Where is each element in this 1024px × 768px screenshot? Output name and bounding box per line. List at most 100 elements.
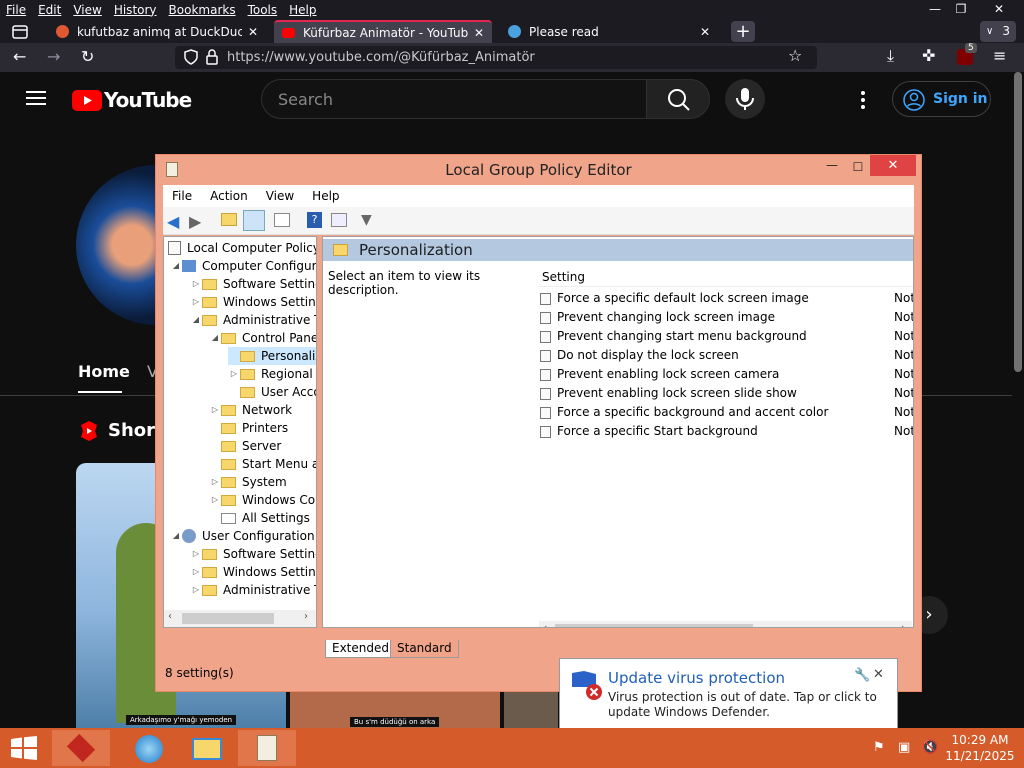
properties-icon[interactable]: [331, 213, 347, 227]
tab-close-button[interactable]: ✕: [248, 25, 258, 39]
scrollbar-thumb[interactable]: [182, 613, 274, 624]
setting-row[interactable]: Prevent enabling lock screen camera Not: [540, 365, 913, 384]
up-folder-icon[interactable]: [221, 213, 237, 226]
tree-item-user-administrative-templates[interactable]: ▷ Administrative Te: [190, 581, 316, 599]
scrollbar-thumb[interactable]: [1014, 72, 1022, 372]
reload-button[interactable]: ↻: [81, 49, 94, 65]
policy-tree[interactable]: Local Computer Policy ◢ Computer Configur…: [163, 236, 317, 628]
menu-bookmarks[interactable]: Bookmarks: [163, 3, 242, 17]
tree-item-user-software-settings[interactable]: ▷ Software Settings: [190, 545, 316, 563]
setting-row[interactable]: Force a specific background and accent c…: [540, 403, 913, 422]
tab-close-button[interactable]: ✕: [474, 26, 484, 40]
wrench-icon[interactable]: 🔧: [854, 668, 870, 683]
app-menu-button[interactable]: ≡: [993, 48, 1006, 64]
tab-home[interactable]: Home: [78, 362, 130, 381]
tree-item-all-settings[interactable]: All Settings: [209, 509, 310, 527]
tab-list-button[interactable]: [8, 22, 32, 42]
voice-search-button[interactable]: [725, 79, 765, 119]
tab-please-read[interactable]: Please read ✕: [500, 20, 718, 43]
bookmark-star-button[interactable]: ☆: [788, 48, 802, 64]
back-arrow-icon[interactable]: ◀: [167, 212, 179, 231]
tree-horizontal-scrollbar[interactable]: ‹ ›: [164, 610, 316, 627]
gpe-menu-view[interactable]: View: [257, 189, 303, 203]
extensions-button[interactable]: ✜: [922, 48, 935, 64]
youtube-logo[interactable]: YouTube: [72, 88, 192, 112]
menu-file[interactable]: File: [0, 3, 32, 17]
tree-item-network[interactable]: ▷ Network: [209, 401, 292, 419]
gpe-menu-help[interactable]: Help: [303, 189, 348, 203]
guide-menu-button[interactable]: [26, 90, 46, 106]
tree-item-windows-components[interactable]: ▷ Windows Cor: [209, 491, 316, 509]
action-center-flag-icon[interactable]: ⚑: [873, 740, 885, 755]
setting-row[interactable]: Do not display the lock screen Not: [540, 346, 913, 365]
forward-button[interactable]: →: [47, 49, 60, 65]
network-icon[interactable]: ▣: [898, 740, 910, 755]
tree-item-regional[interactable]: ▷ Regional a: [228, 365, 316, 383]
tree-item-windows-settings[interactable]: ▷ Windows Setting: [190, 293, 316, 311]
menu-tools[interactable]: Tools: [242, 3, 284, 17]
tab-extended[interactable]: Extended: [325, 640, 396, 658]
tree-item-administrative-templates[interactable]: ◢ Administrative Te: [190, 311, 316, 329]
taskbar-internet-explorer[interactable]: [120, 730, 178, 766]
scrollbar-thumb[interactable]: [555, 624, 753, 627]
gpe-minimize-button[interactable]: —: [822, 157, 842, 177]
menu-edit[interactable]: Edit: [32, 3, 67, 17]
back-button[interactable]: ←: [13, 49, 26, 65]
tab-overflow-button[interactable]: ∨ 3: [980, 21, 1016, 42]
scroll-left-icon[interactable]: ‹: [543, 621, 547, 627]
tree-item-start-menu[interactable]: Start Menu ar: [209, 455, 316, 473]
setting-row[interactable]: Force a specific Start background Not: [540, 422, 913, 441]
restore-button[interactable]: ❐: [946, 0, 976, 19]
setting-row[interactable]: Prevent changing start menu background No…: [540, 327, 913, 346]
tree-item-computer-configuration[interactable]: ◢ Computer Configura: [170, 257, 316, 275]
system-clock[interactable]: 10:29 AM 11/21/2025: [944, 732, 1016, 764]
short-thumbnail-3[interactable]: [504, 690, 558, 728]
tree-item-user-windows-settings[interactable]: ▷ Windows Setting: [190, 563, 316, 581]
help-icon[interactable]: ?: [307, 212, 322, 228]
short-thumbnail-2[interactable]: Bu s'm düdüğü on arka: [290, 690, 500, 728]
gpe-close-button[interactable]: ✕: [870, 155, 916, 176]
settings-button[interactable]: [860, 90, 866, 110]
url-bar[interactable]: https://www.youtube.com/@Küfürbaz_Animat…: [175, 46, 817, 69]
scroll-left-icon[interactable]: ‹: [168, 611, 172, 622]
menu-history[interactable]: History: [108, 3, 163, 17]
tree-item-system[interactable]: ▷ System: [209, 473, 287, 491]
tab-close-button[interactable]: ✕: [700, 25, 710, 39]
export-list-icon[interactable]: [274, 213, 290, 227]
tree-item-printers[interactable]: Printers: [209, 419, 288, 437]
tree-item-control-panel[interactable]: ◢ Control Panel: [209, 329, 316, 347]
downloads-button[interactable]: ⤓: [887, 48, 894, 64]
search-input[interactable]: Search: [261, 79, 646, 119]
tree-item-personalization[interactable]: Personaliz: [228, 347, 316, 365]
tree-item-software-settings[interactable]: ▷ Software Settings: [190, 275, 316, 293]
ublock-button[interactable]: 5: [957, 43, 977, 65]
scroll-right-icon[interactable]: ›: [901, 621, 905, 627]
gpe-menu-file[interactable]: File: [163, 189, 201, 203]
virus-protection-toast[interactable]: Update virus protection Virus protection…: [559, 658, 898, 730]
sign-in-button[interactable]: Sign in: [892, 81, 991, 117]
menu-help[interactable]: Help: [283, 3, 322, 17]
menu-view[interactable]: View: [67, 3, 107, 17]
setting-row[interactable]: Prevent enabling lock screen slide show N…: [540, 384, 913, 403]
start-button[interactable]: [10, 736, 38, 760]
volume-muted-icon[interactable]: 🔇: [922, 740, 938, 755]
tab-youtube[interactable]: Küfürbaz Animatör - YouTube ✕: [274, 20, 492, 43]
taskbar-group-policy[interactable]: [238, 730, 296, 766]
tree-item-user-configuration[interactable]: ◢ User Configuration: [170, 527, 315, 545]
tree-item-server[interactable]: Server: [209, 437, 281, 455]
close-window-button[interactable]: ✕: [984, 0, 1014, 19]
taskbar-app-1[interactable]: [52, 730, 110, 766]
tree-item-local-computer-policy[interactable]: Local Computer Policy: [168, 239, 316, 257]
search-button[interactable]: [646, 79, 710, 119]
tree-item-user-accounts[interactable]: User Acco: [228, 383, 316, 401]
forward-arrow-icon[interactable]: ▶: [189, 212, 201, 231]
list-horizontal-scrollbar[interactable]: ‹ ›: [539, 621, 912, 627]
column-header-setting[interactable]: Setting: [538, 267, 913, 287]
scroll-right-icon[interactable]: ›: [304, 611, 308, 622]
page-scrollbar[interactable]: [1012, 72, 1024, 728]
tab-duckduckgo[interactable]: kufutbaz animq at DuckDuckGo ✕: [48, 20, 266, 43]
tab-standard[interactable]: Standard: [390, 640, 459, 658]
toast-close-button[interactable]: ✕: [873, 667, 884, 682]
taskbar-file-explorer[interactable]: [178, 730, 236, 766]
show-hide-tree-icon[interactable]: [243, 210, 265, 231]
